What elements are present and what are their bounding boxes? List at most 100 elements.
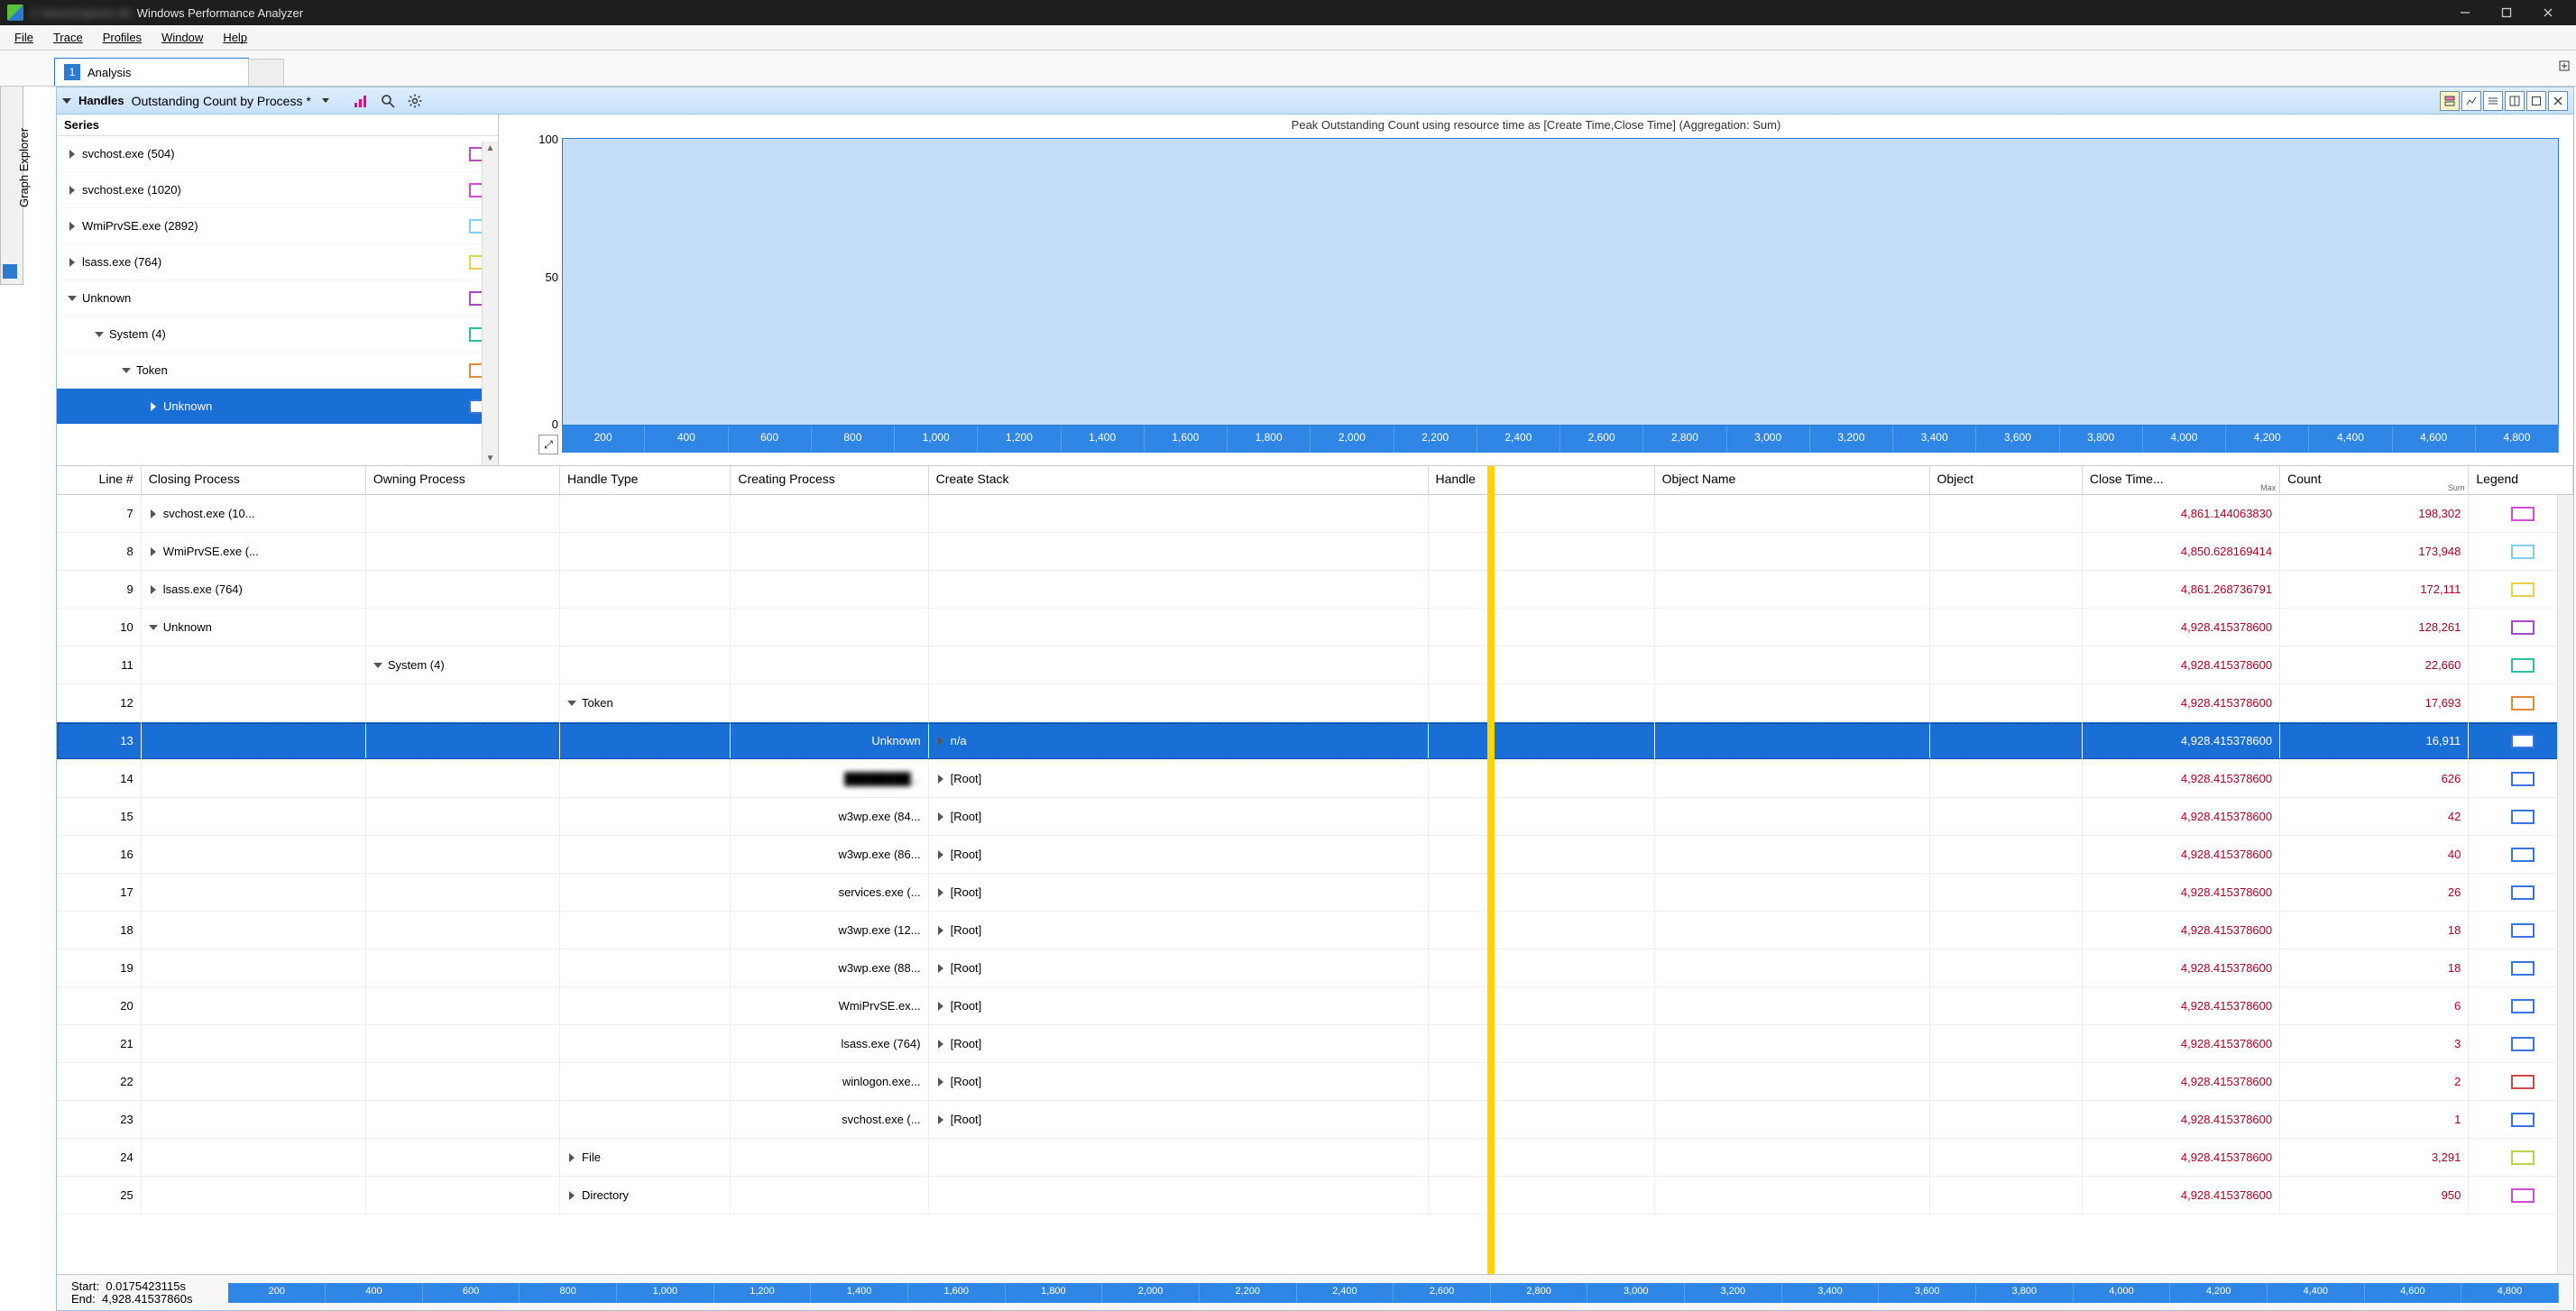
table-row[interactable]: 22winlogon.exe...[Root]4,928.4153786002 — [57, 1063, 2573, 1101]
expand-icon[interactable] — [938, 926, 943, 935]
maximize-button[interactable] — [2486, 0, 2527, 25]
table-row[interactable]: 9lsass.exe (764)4,861.268736791172,111 — [57, 571, 2573, 609]
column-handle[interactable]: Handle — [1429, 466, 1655, 494]
menu-file[interactable]: File — [5, 28, 42, 47]
panel-close-icon[interactable] — [2548, 91, 2568, 111]
series-item[interactable]: Token — [57, 353, 498, 389]
expand-icon[interactable] — [938, 964, 943, 973]
series-item[interactable]: Unknown — [57, 280, 498, 316]
expand-icon[interactable] — [938, 812, 943, 821]
table-row[interactable]: 11System (4)4,928.41537860022,660 — [57, 646, 2573, 684]
column-count[interactable]: CountSum — [2280, 466, 2469, 494]
column-cstack[interactable]: Create Stack — [929, 466, 1429, 494]
collapse-panel-icon[interactable] — [62, 98, 71, 104]
expand-icon[interactable] — [122, 368, 131, 373]
column-objname[interactable]: Object Name — [1655, 466, 1930, 494]
table-row[interactable]: 20WmiPrvSE.ex...[Root]4,928.4153786006 — [57, 987, 2573, 1025]
menu-window[interactable]: Window — [152, 28, 212, 47]
minimize-button[interactable] — [2444, 0, 2486, 25]
view-chart-table-icon[interactable] — [2440, 91, 2460, 111]
series-item[interactable]: Unknown — [57, 389, 498, 425]
time-ruler[interactable]: 2004006008001,0001,2001,4001,6001,8002,0… — [228, 1283, 2559, 1303]
menu-help[interactable]: Help — [214, 28, 256, 47]
table-row[interactable]: 7svchost.exe (10...4,861.144063830198,30… — [57, 495, 2573, 533]
table-row[interactable]: 16w3wp.exe (86...[Root]4,928.41537860040 — [57, 836, 2573, 874]
series-item[interactable]: svchost.exe (1020) — [57, 172, 498, 208]
expand-icon[interactable] — [938, 1115, 943, 1124]
expand-icon[interactable] — [938, 737, 943, 746]
series-tree[interactable]: svchost.exe (504)svchost.exe (1020)WmiPr… — [57, 136, 498, 465]
table-row[interactable]: 19w3wp.exe (88...[Root]4,928.41537860018 — [57, 949, 2573, 987]
grid-body[interactable]: 7svchost.exe (10...4,861.144063830198,30… — [57, 495, 2573, 1274]
close-button[interactable] — [2527, 0, 2569, 25]
series-item[interactable]: lsass.exe (764) — [57, 244, 498, 280]
expand-icon[interactable] — [938, 775, 943, 784]
expand-icon[interactable] — [151, 585, 156, 594]
table-row[interactable]: 10Unknown4,928.415378600128,261 — [57, 609, 2573, 646]
expand-icon[interactable] — [938, 1077, 943, 1086]
expand-icon[interactable] — [151, 509, 156, 518]
menu-trace[interactable]: Trace — [44, 28, 92, 47]
series-item[interactable]: WmiPrvSE.exe (2892) — [57, 208, 498, 244]
chart-plot[interactable] — [562, 138, 2559, 426]
expand-icon[interactable] — [151, 547, 156, 556]
grid-divider[interactable] — [1487, 466, 1495, 1274]
column-cproc[interactable]: Closing Process — [142, 466, 366, 494]
table-row[interactable]: 13Unknownn/a4,928.41537860016,911 — [57, 722, 2573, 760]
series-item[interactable]: svchost.exe (504) — [57, 136, 498, 172]
expand-icon[interactable] — [151, 402, 156, 411]
expand-icon[interactable] — [68, 296, 77, 301]
column-htype[interactable]: Handle Type — [560, 466, 731, 494]
expand-icon[interactable] — [2558, 60, 2571, 75]
expand-icon[interactable] — [569, 1153, 575, 1162]
scroll-up-icon[interactable]: ▲ — [484, 142, 497, 155]
table-row[interactable]: 15w3wp.exe (84...[Root]4,928.41537860042 — [57, 798, 2573, 836]
chart-xaxis[interactable]: 2004006008001,0001,2001,4001,6001,8002,0… — [562, 426, 2559, 453]
gear-icon[interactable] — [405, 91, 425, 111]
column-line[interactable]: Line # — [57, 466, 142, 494]
column-oproc[interactable]: Owning Process — [366, 466, 560, 494]
column-crproc[interactable]: Creating Process — [731, 466, 928, 494]
expand-icon[interactable] — [938, 888, 943, 897]
expand-icon[interactable] — [373, 663, 382, 668]
table-row[interactable]: 17services.exe (...[Root]4,928.415378600… — [57, 874, 2573, 912]
expand-icon[interactable] — [149, 625, 158, 630]
grid-header[interactable]: Line #Closing ProcessOwning ProcessHandl… — [57, 466, 2573, 495]
series-item[interactable]: System (4) — [57, 316, 498, 353]
expand-icon[interactable] — [95, 332, 104, 337]
view-chart-only-icon[interactable] — [2461, 91, 2481, 111]
menu-profiles[interactable]: Profiles — [94, 28, 151, 47]
table-row[interactable]: 25Directory4,928.415378600950 — [57, 1177, 2573, 1215]
expand-icon[interactable] — [69, 258, 75, 267]
expand-icon[interactable] — [938, 850, 943, 859]
series-scrollbar[interactable]: ▲ ▼ — [482, 142, 498, 465]
column-object[interactable]: Object — [1930, 466, 2083, 494]
view-maximize-icon[interactable] — [2526, 91, 2546, 111]
expand-icon[interactable] — [69, 150, 75, 159]
pin-icon[interactable] — [3, 264, 17, 279]
search-icon[interactable] — [378, 91, 398, 111]
table-row[interactable]: 21lsass.exe (764)[Root]4,928.4153786003 — [57, 1025, 2573, 1063]
grid-scrollbar[interactable] — [2557, 495, 2573, 1274]
expand-icon[interactable] — [938, 1040, 943, 1049]
expand-icon[interactable] — [69, 222, 75, 231]
table-row[interactable]: 24File4,928.4153786003,291 — [57, 1139, 2573, 1177]
table-row[interactable]: 18w3wp.exe (12...[Root]4,928.41537860018 — [57, 912, 2573, 949]
column-legend[interactable]: Legend — [2469, 466, 2573, 494]
view-table-only-icon[interactable] — [2483, 91, 2503, 111]
table-row[interactable]: 12Token4,928.41537860017,693 — [57, 684, 2573, 722]
table-row[interactable]: 23svchost.exe (...[Root]4,928.4153786001 — [57, 1101, 2573, 1139]
expand-icon[interactable] — [569, 1191, 575, 1200]
expand-icon[interactable] — [69, 186, 75, 195]
expand-icon[interactable] — [567, 701, 576, 706]
preset-dropdown-icon[interactable] — [322, 98, 329, 103]
table-row[interactable]: 8WmiPrvSE.exe (...4,850.628169414173,948 — [57, 533, 2573, 571]
chart-type-icon[interactable] — [351, 91, 371, 111]
view-split-icon[interactable] — [2505, 91, 2525, 111]
zoom-reset-icon[interactable]: ⤢ — [538, 435, 558, 454]
panel-preset[interactable]: Outstanding Count by Process * — [132, 94, 311, 108]
expand-icon[interactable] — [938, 1002, 943, 1011]
column-close[interactable]: Close Time...Max — [2083, 466, 2280, 494]
tab-analysis[interactable]: 1 Analysis — [54, 58, 249, 86]
tab-overflow[interactable] — [248, 59, 284, 86]
